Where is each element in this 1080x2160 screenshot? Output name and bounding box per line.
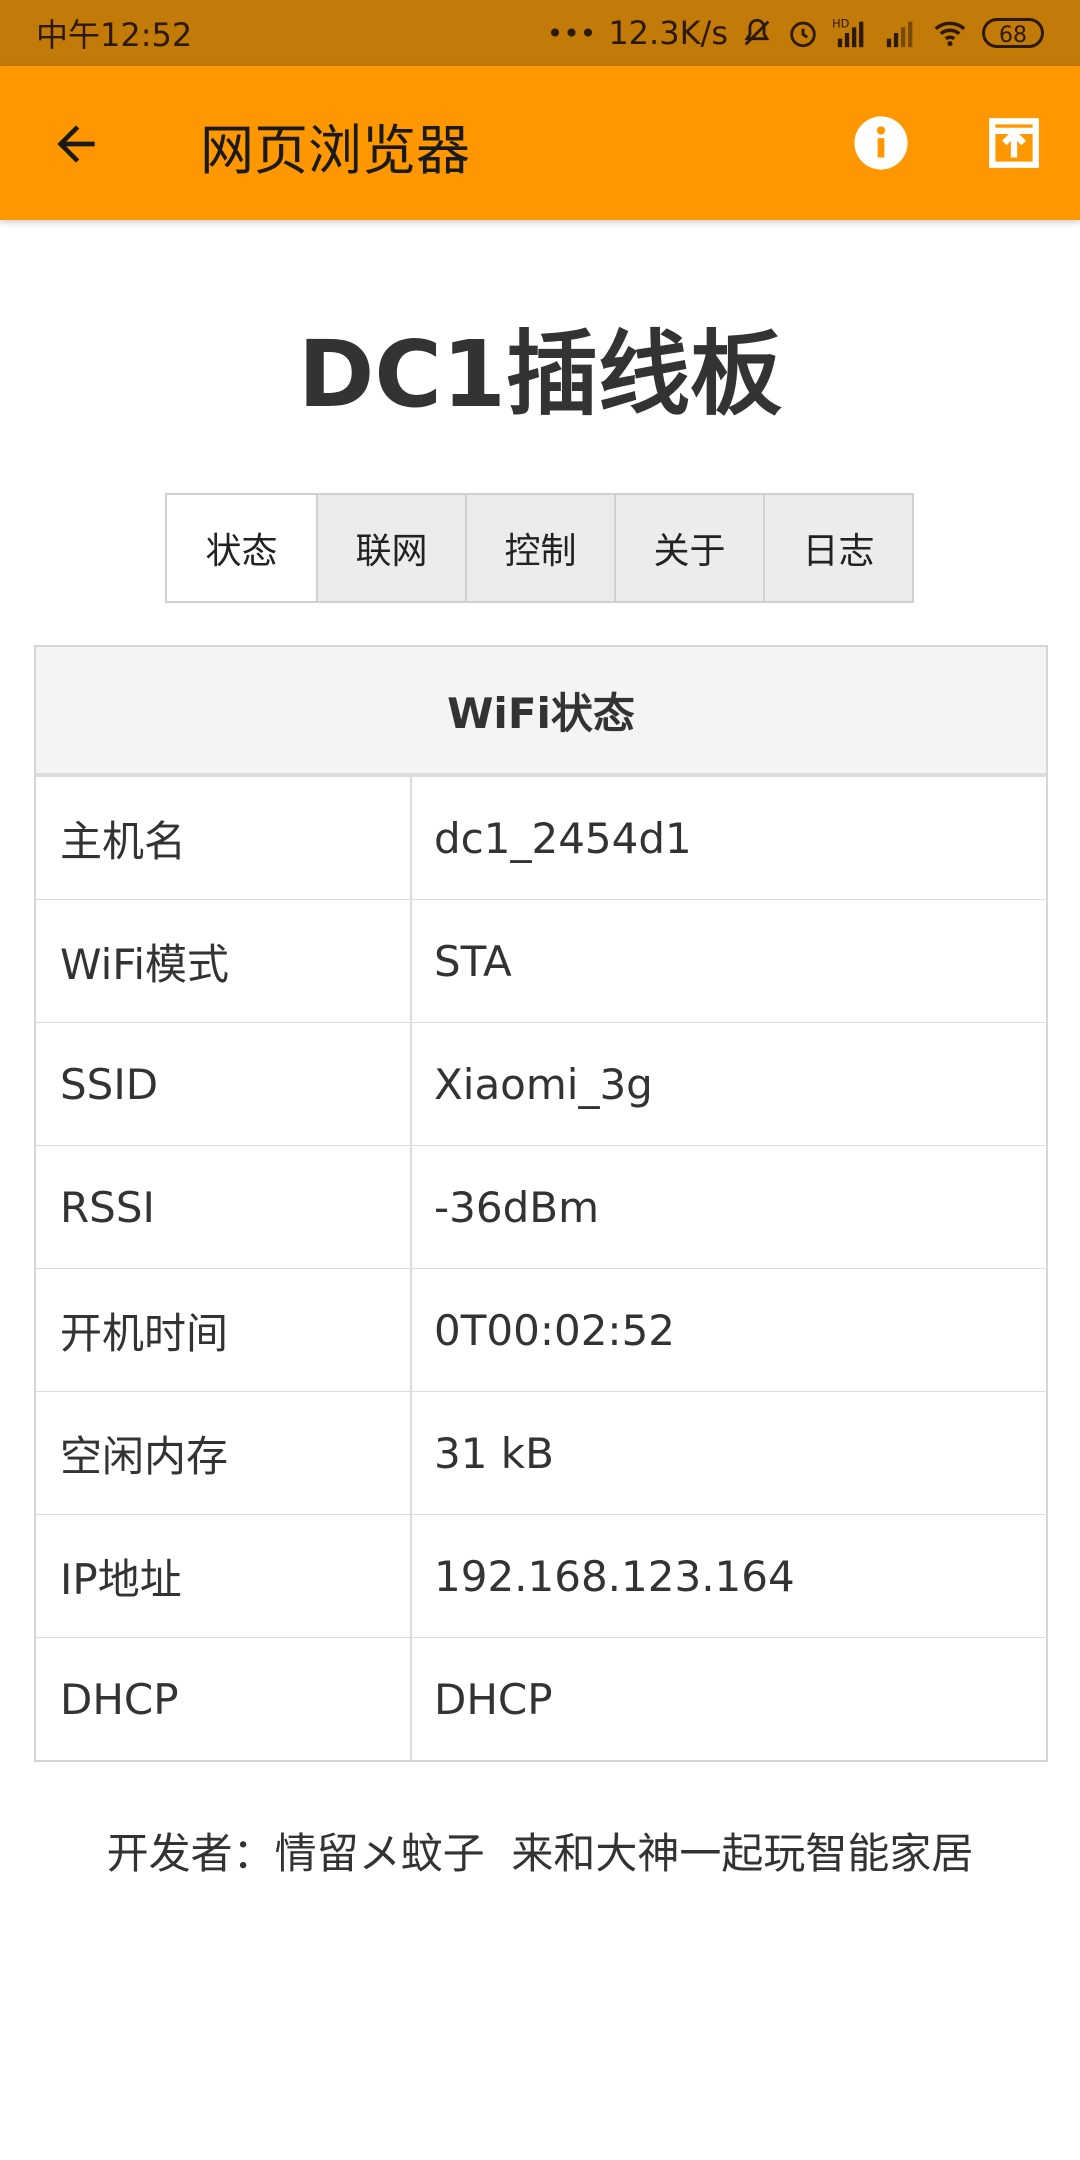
row-key: 空闲内存 xyxy=(36,1392,412,1514)
table-header: WiFi状态 xyxy=(36,647,1046,776)
tab-about[interactable]: 关于 xyxy=(614,495,763,601)
row-key: 开机时间 xyxy=(36,1269,412,1391)
app-title: 网页浏览器 xyxy=(200,119,470,182)
row-key: IP地址 xyxy=(36,1515,412,1637)
tab-bar: 状态 联网 控制 关于 日志 xyxy=(165,493,914,603)
open-external-icon[interactable] xyxy=(985,114,1043,172)
table-row: SSID Xiaomi_3g xyxy=(36,1022,1046,1145)
status-bar: 中午12:52 ••• 12.3K/s HD 68 xyxy=(0,0,1080,66)
row-value: 0T00:02:52 xyxy=(434,1305,676,1355)
tab-network[interactable]: 联网 xyxy=(316,495,465,601)
table-row: 空闲内存 31 kB xyxy=(36,1391,1046,1514)
row-key: WiFi模式 xyxy=(36,900,412,1022)
table-row: 主机名 dc1_2454d1 xyxy=(36,776,1046,899)
signal-hd-icon: HD xyxy=(832,16,872,50)
status-time: 中午12:52 xyxy=(36,16,193,54)
row-key: 主机名 xyxy=(36,777,412,899)
status-icons: ••• 12.3K/s HD 68 xyxy=(547,14,1044,52)
table-row: RSSI -36dBm xyxy=(36,1145,1046,1268)
row-value: dc1_2454d1 xyxy=(434,813,692,863)
battery-icon: 68 xyxy=(982,18,1044,48)
table-row: IP地址 192.168.123.164 xyxy=(36,1514,1046,1637)
row-value: 192.168.123.164 xyxy=(434,1551,795,1601)
mute-icon xyxy=(740,16,774,50)
page-title: DC1插线板 xyxy=(298,321,782,428)
row-value: 31 kB xyxy=(434,1428,554,1478)
table-row: 开机时间 0T00:02:52 xyxy=(36,1268,1046,1391)
row-key: DHCP xyxy=(36,1638,412,1760)
wifi-status-table: WiFi状态 主机名 dc1_2454d1 WiFi模式 STA SSID Xi… xyxy=(34,645,1048,1762)
tab-status[interactable]: 状态 xyxy=(167,495,316,601)
table-row: DHCP DHCP xyxy=(36,1637,1046,1760)
net-speed: 12.3K/s xyxy=(608,14,728,52)
tab-control[interactable]: 控制 xyxy=(465,495,614,601)
alarm-icon xyxy=(786,16,820,50)
row-value: STA xyxy=(434,936,512,986)
dots-icon: ••• xyxy=(546,16,597,50)
footer-credits: 开发者：情留メ蚊子 来和大神一起玩智能家居 xyxy=(106,1829,974,1878)
tab-log[interactable]: 日志 xyxy=(763,495,912,601)
table-row: WiFi模式 STA xyxy=(36,899,1046,1022)
row-value: DHCP xyxy=(434,1674,553,1724)
info-icon[interactable] xyxy=(852,114,910,172)
back-arrow-icon[interactable] xyxy=(48,116,104,172)
app-bar: 网页浏览器 xyxy=(0,66,1080,220)
row-value: -36dBm xyxy=(434,1182,599,1232)
wifi-icon xyxy=(930,16,970,50)
signal-icon xyxy=(884,16,918,50)
row-key: RSSI xyxy=(36,1146,412,1268)
row-key: SSID xyxy=(36,1023,412,1145)
row-value: Xiaomi_3g xyxy=(434,1059,653,1109)
svg-text:HD: HD xyxy=(832,16,850,30)
